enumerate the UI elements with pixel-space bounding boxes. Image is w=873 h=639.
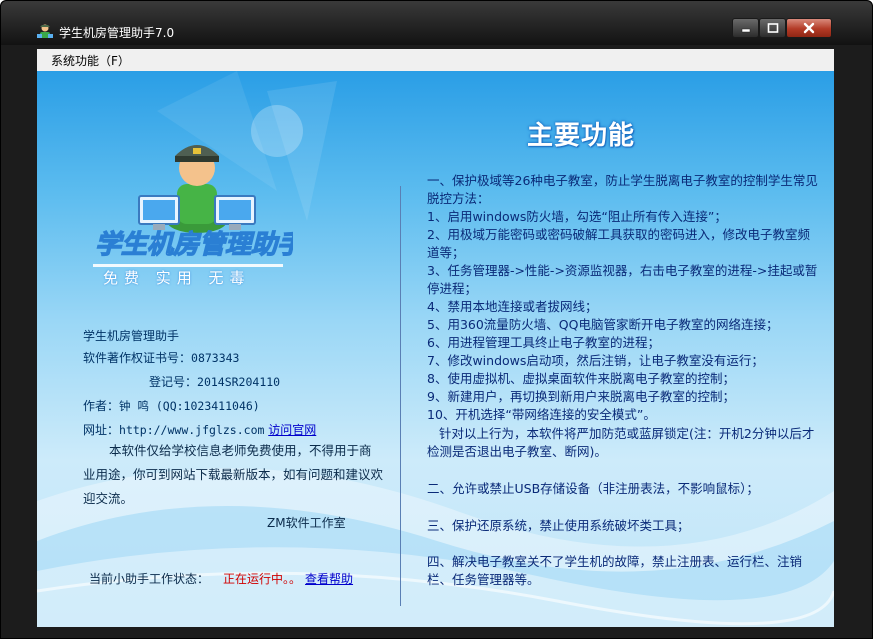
feature-section-1-head: 一、保护极域等26种电子教室，防止学生脱离电子教室的控制学生常见脱控方法：: [427, 173, 818, 206]
mascot-logo: [138, 145, 256, 233]
author-row: 作者：钟 鸣 (QQ:1023411046): [83, 397, 260, 414]
menu-system[interactable]: 系统功能（F）: [45, 52, 136, 69]
features-title: 主要功能: [527, 121, 636, 151]
feature-item-5: 5、用360流量防火墙、QQ电脑管家断开电子教室的网络连接；: [427, 317, 779, 332]
maximize-icon: [767, 23, 778, 33]
feature-section-4: 四、解决电子教室关不了学生机的故障，禁止注册表、运行栏、注销栏、任务管理器等。: [427, 554, 803, 587]
maximize-button[interactable]: [759, 18, 786, 38]
window-title: 学生机房管理助手7.0: [59, 26, 175, 40]
close-icon: [803, 22, 815, 34]
logo-title: 学生机房管理助手: [94, 229, 293, 260]
feature-item-6: 6、用进程管理工具终止电子教室的进程；: [427, 335, 660, 350]
status-value: 正在运行中。。: [223, 572, 302, 586]
app-icon: [37, 23, 53, 39]
author-label: 作者：: [83, 399, 120, 413]
app-name: 学生机房管理助手: [83, 329, 180, 343]
main-panel: 学生机房管理助手 免费 实用 无毒 学生机房管理助手 软件著作权证书号：0873…: [37, 71, 834, 627]
copyright-row: 软件著作权证书号：0873343: [83, 349, 239, 366]
studio-name: ZM软件工作室: [267, 516, 346, 530]
close-button[interactable]: [786, 18, 832, 38]
menu-bar: 系统功能（F）: [37, 49, 834, 71]
app-window: 学生机房管理助手7.0 系统功能（F） 学生机房管理助手 免费 实用 无毒 学生…: [0, 0, 873, 639]
website-url: http://www.jfglzs.com: [119, 423, 265, 437]
registration-label: 登记号：: [149, 375, 198, 389]
feature-item-9: 9、新建用户，再切换到新用户来脱离电子教室的控制；: [427, 389, 735, 404]
status-label: 当前小助手工作状态：: [89, 572, 210, 586]
feature-section-2: 二、允许或禁止USB存储设备（非注册表法，不影响鼠标）；: [427, 481, 759, 496]
visit-website-link[interactable]: 访问官网: [268, 423, 316, 437]
minimize-icon: [741, 28, 750, 33]
logo-title-text: 学生机房管理助手: [95, 230, 293, 260]
help-link[interactable]: 查看帮助: [305, 572, 353, 586]
website-row: 网址：http://www.jfglzs.com 访问官网: [83, 421, 316, 438]
feature-item-8: 8、使用虚拟机、虚拟桌面软件来脱离电子教室的控制；: [427, 371, 735, 386]
registration-row: 登记号：2014SR204110: [149, 373, 280, 390]
vertical-divider: [400, 186, 401, 606]
feature-item-7: 7、修改windows启动项，然后注销，让电子教室没有运行；: [427, 353, 764, 368]
feature-item-10: 10、开机选择“带网络连接的安全模式”。: [427, 407, 656, 422]
feature-item-4: 4、禁用本地连接或者拔网线；: [427, 299, 598, 314]
status-row: 当前小助手工作状态： 正在运行中。。 查看帮助: [89, 570, 353, 587]
registration-number: 2014SR204110: [197, 375, 281, 389]
usage-notice: 本软件仅给学校信息老师免费使用，不得用于商业用途，你可到网站下载最新版本，如有问…: [83, 443, 384, 506]
author-name: 钟 鸣 (QQ:1023411046): [119, 399, 260, 413]
feature-section-1-tail: 针对以上行为，本软件将严加防范或蓝屏锁定(注：开机2分钟以后才检测是否退出电子教…: [427, 426, 815, 459]
title-bar[interactable]: 学生机房管理助手7.0: [1, 1, 872, 45]
feature-item-3: 3、任务管理器->性能->资源监视器，右击电子教室的进程->挂起或暂停进程；: [427, 263, 818, 296]
copyright-number: 0873343: [191, 351, 240, 365]
minimize-button[interactable]: [732, 18, 759, 38]
logo-slogan: 免费 实用 无毒: [103, 269, 251, 287]
feature-item-2: 2、用极域万能密码或密码破解工具获取的密码进入，修改电子教室频道等；: [427, 227, 810, 260]
feature-item-1: 1、启用windows防火墙，勾选“阻止所有传入连接”；: [427, 209, 727, 224]
copyright-label: 软件著作权证书号：: [83, 351, 192, 365]
website-label: 网址：: [83, 423, 120, 437]
feature-section-3: 三、保护还原系统，禁止使用系统破坏类工具；: [427, 518, 690, 533]
